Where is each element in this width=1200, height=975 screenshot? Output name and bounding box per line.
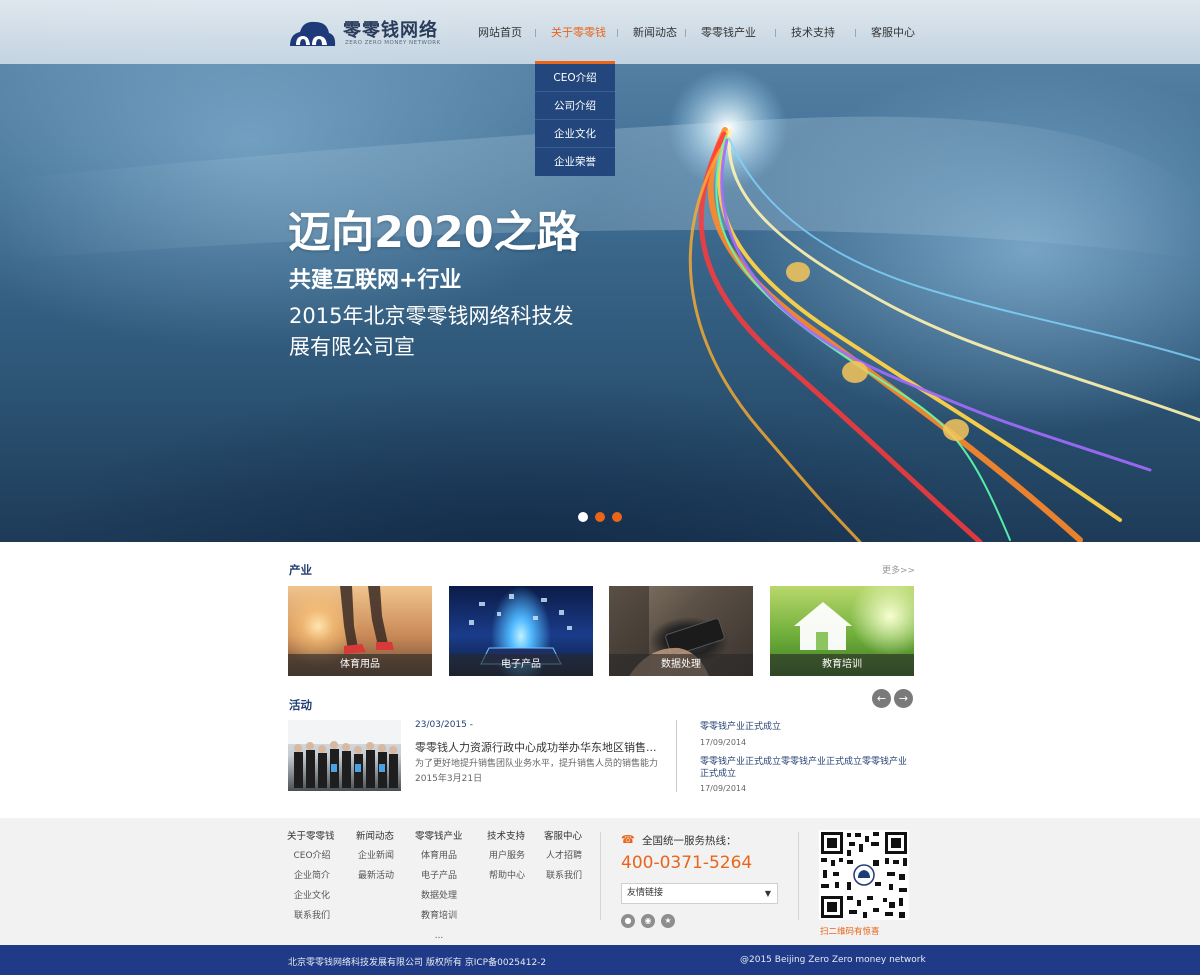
activity-heading: 活动: [289, 698, 312, 712]
activity-title-link[interactable]: 零零钱人力资源行政中心成功举办华东地区销售...: [415, 739, 657, 755]
hero-title: 迈向2020之路: [288, 208, 580, 258]
footer-link[interactable]: 帮助中心: [487, 871, 527, 881]
friend-links-value: 友情链接: [627, 888, 664, 898]
footer-link[interactable]: 企业文化: [287, 891, 337, 901]
activity-summary: 为了更好地提升销售团队业务水平，提升销售人员的销售能力2015年3月21日: [415, 759, 659, 784]
group-photo-graphic: [288, 720, 401, 788]
footer-column-industry: 零零钱产业 体育用品 电子产品 数据处理 教育培训 ...: [415, 828, 463, 951]
industry-card-education[interactable]: 教育培训: [770, 586, 914, 676]
footer-link[interactable]: 联系我们: [544, 871, 584, 881]
industry-card-label: 电子产品: [449, 654, 593, 676]
nav-item-tech-support[interactable]: 技术支持: [775, 0, 855, 64]
industry-more-link[interactable]: 更多>>: [882, 563, 915, 576]
nav-item-industry[interactable]: 零零钱产业: [685, 0, 775, 64]
footer-link[interactable]: 体育用品: [415, 851, 463, 861]
activity-divider: [676, 720, 677, 792]
activity-photo[interactable]: [288, 720, 401, 791]
nav-item-about[interactable]: 关于零零钱: [535, 0, 617, 64]
footer-link[interactable]: CEO介绍: [287, 851, 337, 861]
news-item-2-title[interactable]: 零零钱产业正式成立零零钱产业正式成立零零钱产业正式成立: [700, 756, 915, 780]
industry-card-data[interactable]: 数据处理: [609, 586, 753, 676]
industry-card-label: 数据处理: [609, 654, 753, 676]
footer-link[interactable]: 联系我们: [287, 911, 337, 921]
copyright-left: 北京零零钱网络科技发展有限公司 版权所有 京ICP备0025412-2: [288, 958, 547, 968]
copyright-bar: [0, 945, 1200, 975]
friend-links-select[interactable]: 友情链接 ▼: [621, 883, 778, 904]
site-header: 零零钱网络 ZERO ZERO MONEY NETWORK 网站首页 关于零零钱…: [0, 0, 1200, 64]
industry-card-sports[interactable]: 体育用品: [288, 586, 432, 676]
footer-column-news: 新闻动态 企业新闻 最新活动: [356, 828, 396, 891]
dropdown-item-honors[interactable]: 企业荣誉: [535, 148, 615, 176]
hero-subtitle: 共建互联网+行业: [289, 268, 462, 293]
copyright-right: @2015 Beijing Zero Zero money network: [740, 955, 926, 965]
footer-link[interactable]: 用户服务: [487, 851, 527, 861]
carousel-dot-3[interactable]: [612, 512, 622, 522]
activity-prev-button[interactable]: ←: [872, 689, 891, 708]
star-icon[interactable]: ★: [661, 914, 675, 928]
news-item-2-date: 17/09/2014: [700, 784, 747, 793]
chevron-down-icon: ▼: [764, 889, 771, 898]
footer-column-title: 关于零零钱: [287, 831, 335, 842]
hotline-label: 全国统一服务热线：: [642, 835, 737, 847]
logo[interactable]: 零零钱网络 ZERO ZERO MONEY NETWORK: [287, 18, 447, 52]
carousel-dot-1[interactable]: [578, 512, 588, 522]
footer-link[interactable]: 数据处理: [415, 891, 463, 901]
footer-column-title: 客服中心: [544, 831, 583, 842]
nav-item-home[interactable]: 网站首页: [462, 0, 535, 64]
footer-link[interactable]: ...: [415, 931, 463, 941]
footer-link[interactable]: 人才招聘: [544, 851, 584, 861]
footer-divider: [798, 832, 799, 920]
logo-cloud-icon: [290, 21, 336, 46]
footer-link[interactable]: 电子产品: [415, 871, 463, 881]
industry-card-label: 教育培训: [770, 654, 914, 676]
news-item-1-title[interactable]: 零零钱产业正式成立: [700, 721, 915, 733]
footer-divider: [600, 832, 601, 920]
dropdown-item-company[interactable]: 公司介绍: [535, 92, 615, 120]
footer-link[interactable]: 企业新闻: [356, 851, 396, 861]
nav-item-news[interactable]: 新闻动态: [617, 0, 685, 64]
footer-column-title: 新闻动态: [356, 831, 395, 842]
brand-tagline: ZERO ZERO MONEY NETWORK: [345, 40, 441, 46]
industry-heading: 产业: [289, 563, 312, 577]
footer-column-about: 关于零零钱 CEO介绍 企业简介 企业文化 联系我们: [287, 828, 337, 931]
qr-code: [819, 830, 909, 920]
footer-link[interactable]: 企业简介: [287, 871, 337, 881]
weibo-icon[interactable]: ◉: [641, 914, 655, 928]
qr-code-graphic: [819, 830, 909, 920]
nav-item-service-center[interactable]: 客服中心: [855, 0, 927, 64]
main-nav: 网站首页 关于零零钱 新闻动态 零零钱产业 技术支持 客服中心: [462, 0, 927, 64]
arrow-left-icon: ←: [876, 692, 887, 705]
qr-caption: 扫二维码有惊喜: [820, 927, 880, 937]
footer-column-service: 客服中心 人才招聘 联系我们: [544, 828, 584, 891]
phone-icon: ☎: [621, 833, 635, 846]
house-graphic: [794, 602, 852, 650]
activity-date: 23/03/2015 -: [415, 720, 473, 730]
qq-icon[interactable]: ●: [621, 914, 635, 928]
news-item-1-date: 17/09/2014: [700, 738, 747, 747]
brand-name: 零零钱网络: [343, 20, 438, 41]
hero-description: 2015年北京零零钱网络科技发展有限公司宣: [289, 304, 574, 359]
dropdown-item-ceo[interactable]: CEO介绍: [535, 64, 615, 92]
industry-card-label: 体育用品: [288, 654, 432, 676]
footer-column-title: 技术支持: [487, 831, 526, 842]
footer-link[interactable]: 最新活动: [356, 871, 396, 881]
industry-card-electronics[interactable]: 电子产品: [449, 586, 593, 676]
dropdown-item-culture[interactable]: 企业文化: [535, 120, 615, 148]
hotline-number: 400-0371-5264: [621, 853, 753, 873]
footer-column-tech: 技术支持 用户服务 帮助中心: [487, 828, 527, 891]
carousel-dot-2[interactable]: [595, 512, 605, 522]
activity-next-button[interactable]: →: [894, 689, 913, 708]
footer-column-title: 零零钱产业: [415, 831, 463, 842]
arrow-right-icon: →: [898, 692, 909, 705]
footer-link[interactable]: 教育培训: [415, 911, 463, 921]
carousel-dots: [578, 512, 622, 522]
about-dropdown-menu: CEO介绍 公司介绍 企业文化 企业荣誉: [535, 61, 615, 176]
